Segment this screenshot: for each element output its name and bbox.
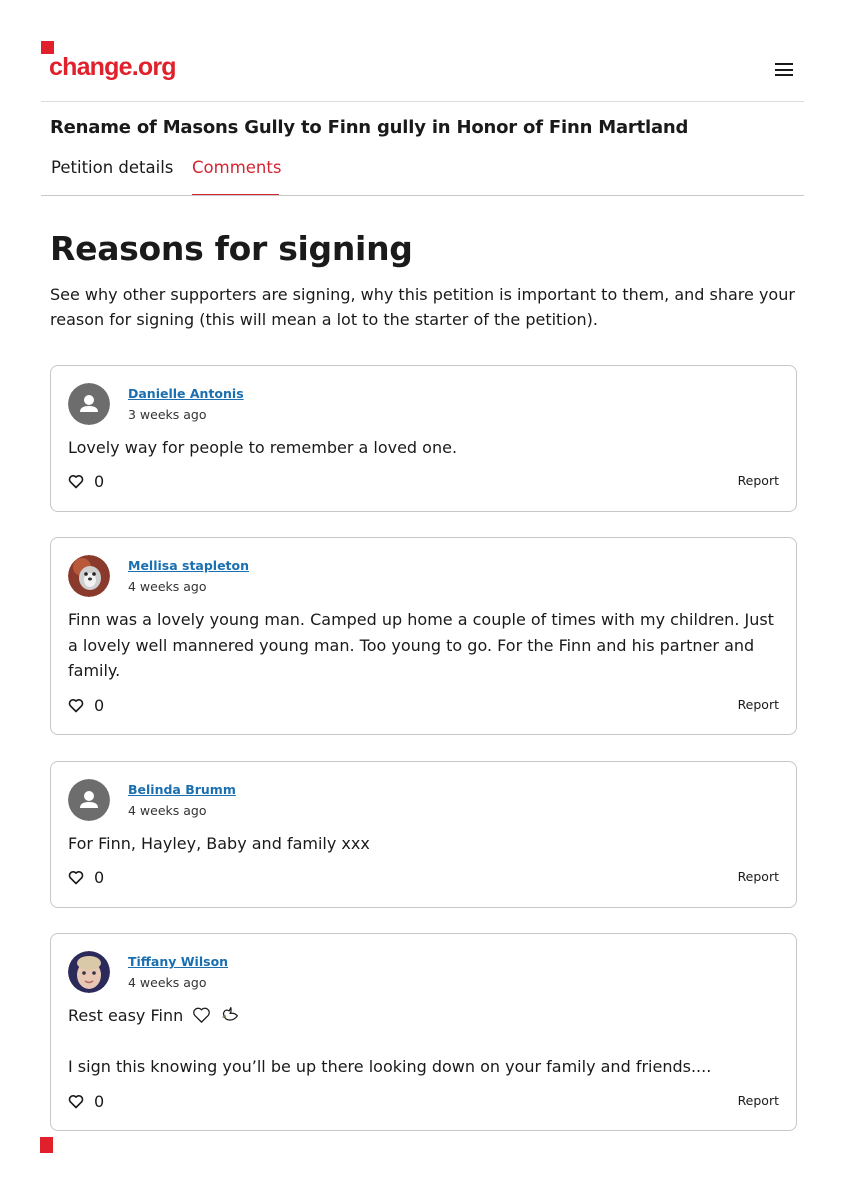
comment-author-link[interactable]: Tiffany Wilson [128, 954, 228, 969]
tabs-divider [41, 195, 804, 196]
like-button[interactable]: 0 [68, 868, 104, 887]
heart-icon [68, 1095, 84, 1109]
like-button[interactable]: 0 [68, 1092, 104, 1111]
heart-outline-emoji-icon [193, 1007, 211, 1023]
like-count: 0 [94, 696, 105, 715]
page-title: Reasons for signing [50, 229, 413, 268]
tab-comments[interactable]: Comments [192, 158, 281, 177]
comment-text: For Finn, Hayley, Baby and family xxx [68, 834, 370, 853]
petition-title: Rename of Masons Gully to Finn gully in … [50, 117, 689, 138]
hamburger-menu-icon[interactable] [775, 63, 795, 79]
report-link[interactable]: Report [738, 697, 779, 712]
like-count: 0 [94, 868, 105, 887]
like-count: 0 [94, 1092, 105, 1111]
comment-card: Mellisa stapleton 4 weeks ago Finn was a… [50, 537, 797, 735]
header-divider [41, 101, 804, 102]
comment-timestamp: 4 weeks ago [128, 975, 207, 990]
comment-card: Belinda Brumm 4 weeks ago For Finn, Hayl… [50, 761, 797, 908]
intro-text: See why other supporters are signing, wh… [50, 285, 795, 329]
comment-text: Lovely way for people to remember a love… [68, 438, 458, 457]
report-link[interactable]: Report [738, 473, 779, 488]
comment-card: Danielle Antonis 3 weeks ago Lovely way … [50, 365, 797, 512]
report-link[interactable]: Report [738, 1093, 779, 1108]
like-count: 0 [94, 472, 105, 491]
comment-timestamp: 3 weeks ago [128, 407, 207, 422]
report-link[interactable]: Report [738, 869, 779, 884]
user-photo-avatar [68, 951, 110, 993]
heart-icon [68, 699, 84, 713]
comment-text: I sign this knowing you’ll be up there l… [68, 1057, 712, 1076]
dove-emoji-icon [222, 1007, 239, 1021]
comment-timestamp: 4 weeks ago [128, 803, 207, 818]
comment-text: Finn was a lovely young man. Camped up h… [68, 610, 774, 680]
comment-card: Tiffany Wilson 4 weeks ago Rest easy Fin… [50, 933, 797, 1131]
comment-author-link[interactable]: Mellisa stapleton [128, 558, 249, 573]
comment-timestamp: 4 weeks ago [128, 579, 207, 594]
like-button[interactable]: 0 [68, 472, 104, 491]
default-avatar-icon [68, 383, 110, 425]
tab-petition-details[interactable]: Petition details [51, 158, 173, 177]
comment-author-link[interactable]: Danielle Antonis [128, 386, 244, 401]
change-org-logo[interactable]: change.org [49, 53, 177, 82]
heart-icon [68, 475, 84, 489]
default-avatar-icon [68, 779, 110, 821]
comment-text-first-line: Rest easy Finn [68, 1006, 184, 1025]
comment-author-link[interactable]: Belinda Brumm [128, 782, 236, 797]
heart-icon [68, 871, 84, 885]
comment-text-line: Rest easy Finn [68, 1003, 788, 1029]
user-photo-avatar [68, 555, 110, 597]
brand-corner-mark-bottom [40, 1137, 53, 1153]
like-button[interactable]: 0 [68, 696, 104, 715]
